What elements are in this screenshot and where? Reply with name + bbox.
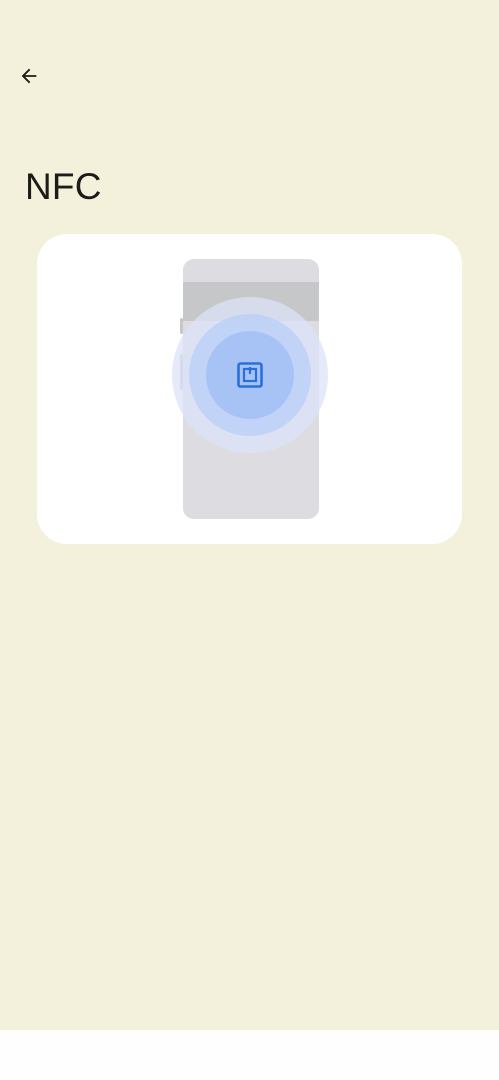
nfc-pulse-inner bbox=[206, 331, 294, 419]
page-title: NFC bbox=[25, 166, 102, 207]
arrow-left-icon bbox=[18, 65, 40, 92]
bottom-bar bbox=[0, 1030, 499, 1080]
back-button[interactable] bbox=[11, 60, 47, 96]
nfc-settings-screen: NFC bbox=[0, 0, 499, 1080]
nfc-illustration bbox=[172, 259, 328, 519]
phone-side-button bbox=[180, 318, 183, 334]
nfc-illustration-card bbox=[37, 234, 462, 544]
